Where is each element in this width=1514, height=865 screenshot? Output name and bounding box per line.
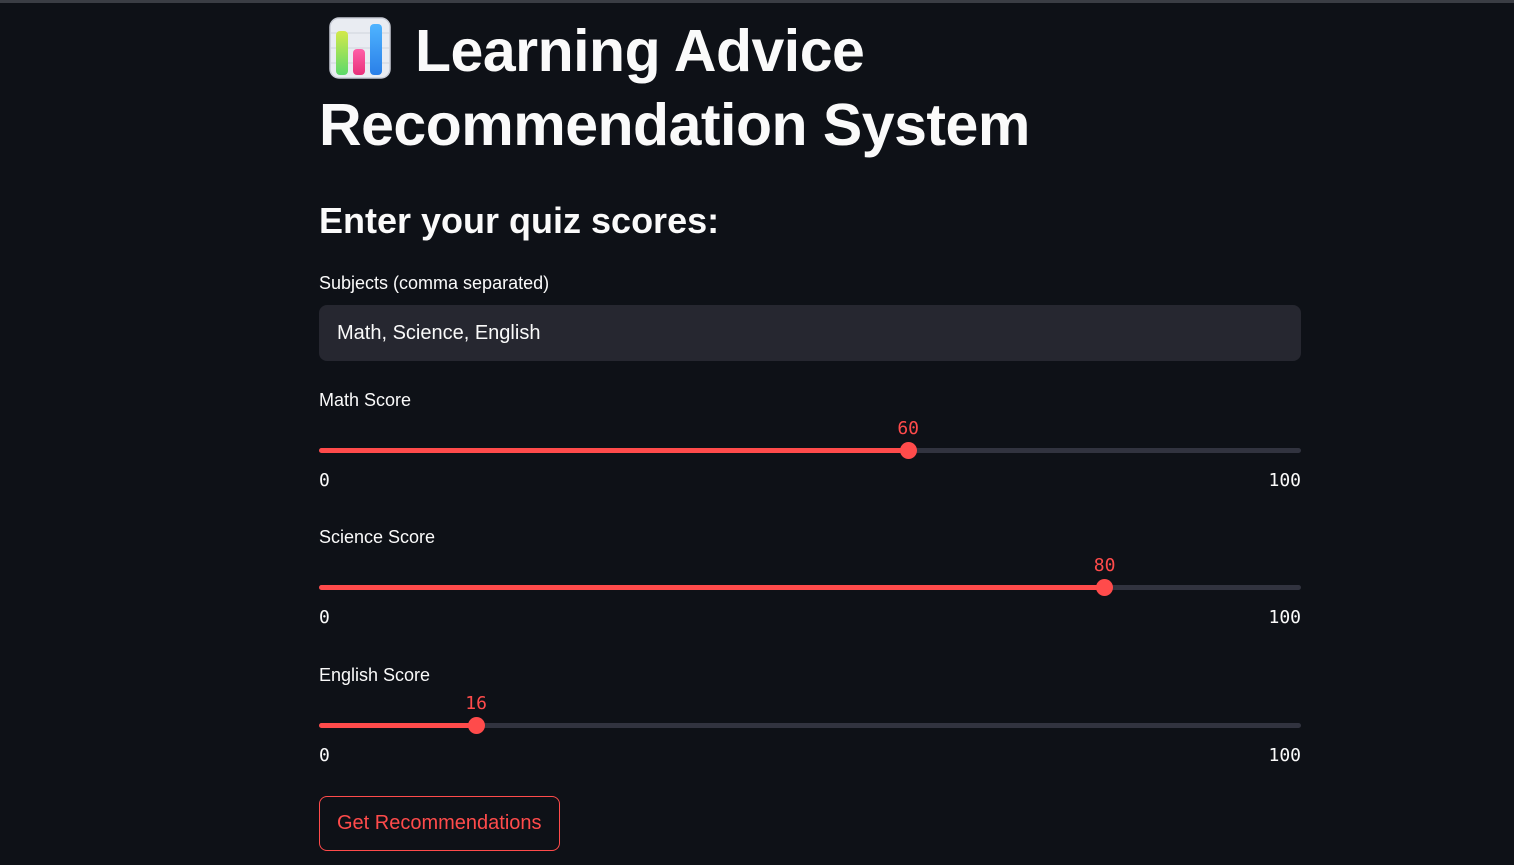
english-score-slider[interactable]: 16 0 100 <box>319 693 1301 783</box>
page-title-text: Learning Advice Recommendation System <box>319 18 1030 158</box>
slider-track[interactable] <box>319 723 1301 728</box>
slider-fill <box>319 723 477 728</box>
subjects-label: Subjects (comma separated) <box>319 273 550 293</box>
subjects-input[interactable] <box>319 305 1301 361</box>
slider-min-label: 0 <box>319 470 330 491</box>
form-subheader: Enter your quiz scores: <box>319 200 720 241</box>
slider-min-label: 0 <box>319 745 330 766</box>
math-score-label: Math Score <box>319 390 412 410</box>
slider-min-label: 0 <box>319 607 330 628</box>
science-score-value: 80 <box>1093 555 1116 576</box>
slider-max-label: 100 <box>1268 470 1301 491</box>
slider-fill <box>319 448 909 453</box>
math-score-value: 60 <box>897 418 920 439</box>
bar-chart-icon <box>329 17 391 79</box>
slider-max-label: 100 <box>1268 745 1301 766</box>
page-title: Learning Advice Recommendation System <box>319 14 1079 162</box>
slider-thumb[interactable] <box>1096 579 1114 596</box>
slider-track[interactable] <box>319 585 1301 590</box>
slider-max-label: 100 <box>1268 607 1301 628</box>
get-recommendations-button[interactable]: Get Recommendations <box>319 796 560 851</box>
science-score-slider[interactable]: 80 0 100 <box>319 555 1301 645</box>
science-score-label: Science Score <box>319 527 436 547</box>
top-border <box>0 0 1514 3</box>
english-score-label: English Score <box>319 665 431 685</box>
slider-track[interactable] <box>319 448 1301 453</box>
english-score-value: 16 <box>465 693 487 714</box>
math-score-slider[interactable]: 60 0 100 <box>319 418 1301 508</box>
slider-thumb[interactable] <box>467 717 485 734</box>
slider-fill <box>319 585 1105 590</box>
slider-thumb[interactable] <box>899 442 917 459</box>
